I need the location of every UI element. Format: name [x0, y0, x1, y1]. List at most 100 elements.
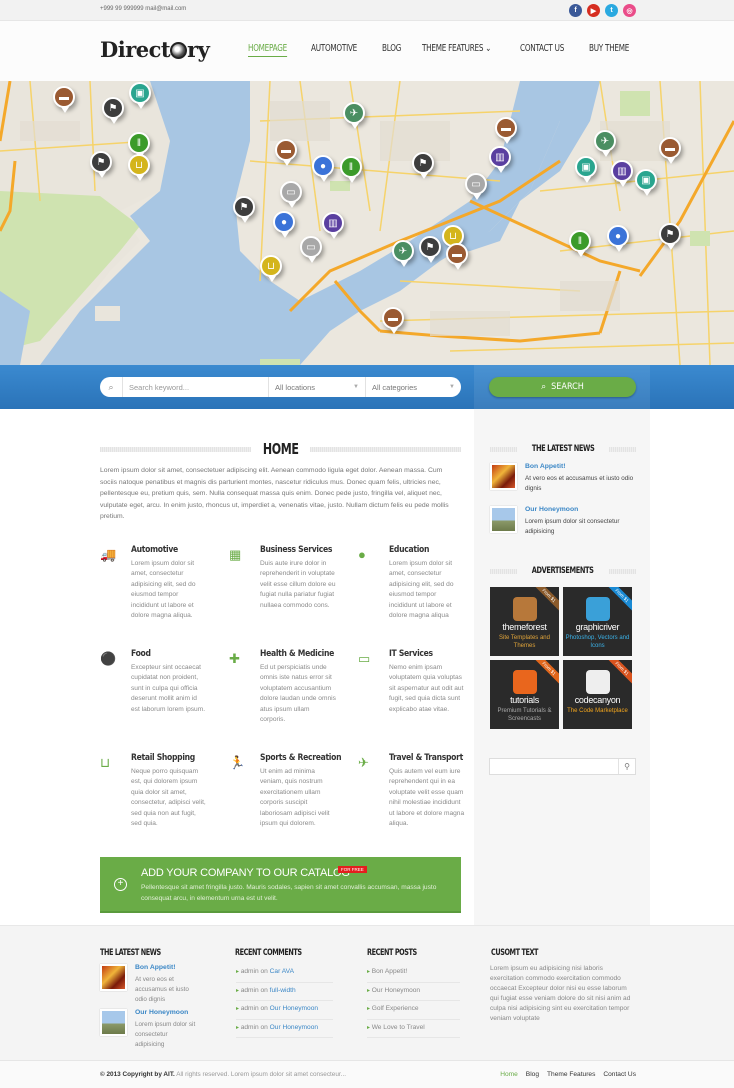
map-pin-laptop[interactable]: ▭ [280, 181, 302, 208]
footer-posts-title: RECENT POSTS [367, 948, 417, 958]
category-select[interactable]: All categories ▼ [365, 377, 461, 397]
ad-codecanyon[interactable]: From $1 codecanyon The Code Marketplace [563, 660, 632, 729]
location-select[interactable]: All locations ▼ [268, 377, 365, 397]
map-pin-runner[interactable]: ⚑ [412, 152, 434, 179]
map-pin-building[interactable]: ▥ [489, 146, 511, 173]
basket-icon: ⊔ [449, 230, 457, 242]
map-pin-laptop[interactable]: ▭ [465, 173, 487, 200]
map-pin-truck[interactable]: ▬ [495, 117, 517, 144]
news-thumbnail[interactable] [100, 964, 127, 991]
map-pin-truck[interactable]: ▬ [446, 243, 468, 270]
ad-name: themeforest [502, 622, 547, 632]
ad-tutorials[interactable]: From $1 tutorials Premium Tutorials & Scre… [490, 660, 559, 729]
recent-post-item[interactable]: Golf Experience [367, 1001, 460, 1020]
retail-icon: ⊔ [100, 755, 111, 770]
comment-post-link[interactable]: Our Honeymoon [270, 1005, 318, 1012]
feature-title[interactable]: Automotive [131, 545, 178, 555]
comment-post-link[interactable]: Our Honeymoon [270, 1024, 318, 1031]
logo[interactable]: Direct ry [100, 37, 210, 62]
map-pin-laptop[interactable]: ▭ [300, 236, 322, 263]
map-pin-food[interactable]: ǁ [569, 230, 591, 257]
nav-item-blog[interactable]: BLOG [382, 43, 401, 57]
news-title-link[interactable]: Bon Appetit! [525, 463, 566, 470]
map-pin-truck[interactable]: ▬ [275, 139, 297, 166]
search-icon[interactable]: ⚲ [618, 759, 635, 774]
divider [609, 446, 636, 452]
map-pin-truck[interactable]: ▬ [53, 86, 75, 113]
comment-post-link[interactable]: full-width [270, 987, 296, 994]
map-pin-food[interactable]: ǁ [340, 156, 362, 183]
news-title-link[interactable]: Bon Appetit! [135, 964, 176, 971]
search-bar: ⌕ Search keyword... All locations ▼ All c… [0, 365, 734, 409]
add-company-banner[interactable]: + ADD YOUR COMPANY TO OUR CATALOG FOR FR… [100, 857, 461, 913]
map-pin-building[interactable]: ▥ [611, 160, 633, 187]
map-pin-briefcase[interactable]: ▣ [129, 82, 151, 109]
search-button[interactable]: ⌕ SEARCH [489, 377, 636, 397]
comment-item: admin on Car AVA [236, 964, 333, 983]
twitter-icon[interactable]: t [605, 4, 618, 17]
news-thumbnail[interactable] [490, 463, 517, 490]
ad-graphicriver[interactable]: From $1 graphicriver Photoshop, Vectors an… [563, 587, 632, 656]
map-pin-basket[interactable]: ⊔ [128, 154, 150, 181]
sidebar-search-input[interactable]: ⚲ [489, 758, 636, 775]
footer-link-home[interactable]: Home [500, 1071, 518, 1078]
map-pin-plane[interactable]: ✈ [594, 130, 616, 157]
map-pin-truck[interactable]: ▬ [382, 307, 404, 334]
map-pin-briefcase[interactable]: ▣ [575, 156, 597, 183]
footer-link-theme-features[interactable]: Theme Features [547, 1071, 595, 1078]
map-pin-runner[interactable]: ⚑ [233, 196, 255, 223]
map-pin-runner[interactable]: ⚑ [102, 97, 124, 124]
feature-title[interactable]: Travel & Transport [389, 753, 463, 763]
runner-icon: ⚑ [418, 157, 428, 169]
recent-post-item[interactable]: Our Honeymoon [367, 983, 460, 1001]
recent-post-item[interactable]: Bon Appetit! [367, 964, 460, 983]
nav-item-buy-theme[interactable]: BUY THEME [589, 43, 629, 57]
header: Direct ry HOMEPAGE AUTOMOTIVE BLOG THEME FEA… [0, 21, 734, 81]
nav-item-contact-us[interactable]: CONTACT US [520, 43, 564, 57]
feature-title[interactable]: Retail Shopping [131, 753, 195, 763]
news-thumbnail[interactable] [490, 506, 517, 533]
map-pin-truck[interactable]: ▬ [659, 137, 681, 164]
nav-item-theme-features[interactable]: THEME FEATURES ⌄ [422, 43, 491, 57]
comment-post-link[interactable]: Car AVA [270, 968, 294, 975]
facebook-icon[interactable]: f [569, 4, 582, 17]
map[interactable]: ▬ ⚑ ▣ ǁ ⚑ ⊔ ✈ ▬ ● ǁ ▭ ⚑ ● ▥ ▭ ⊔ ▬ ▥ ⚑ ▭ ✈ ⚑ ⊔ ▬ ▬ ✈ ▣ ▥ ▣ ▬ ǁ ● ⚑ [0, 81, 734, 365]
feature-title[interactable]: Health & Medicine [260, 649, 334, 659]
footer-comments-title: RECENT COMMENTS [235, 948, 302, 958]
map-pin-plane[interactable]: ✈ [392, 240, 414, 267]
map-pin-globe[interactable]: ● [312, 155, 334, 182]
map-pin-basket[interactable]: ⊔ [260, 255, 282, 282]
map-pin-globe[interactable]: ● [273, 211, 295, 238]
map-pin-runner[interactable]: ⚑ [659, 223, 681, 250]
feature-title[interactable]: IT Services [389, 649, 433, 659]
map-pin-globe[interactable]: ● [607, 225, 629, 252]
keyword-input[interactable]: Search keyword... [122, 377, 268, 397]
feature-title[interactable]: Education [389, 545, 429, 555]
globe-icon: ● [614, 230, 622, 242]
ad-name: tutorials [510, 695, 539, 705]
recent-post-item[interactable]: We Love to Travel [367, 1020, 460, 1038]
feature-title[interactable]: Sports & Recreation [260, 753, 342, 763]
footer-link-blog[interactable]: Blog [526, 1071, 539, 1078]
location-value: All locations [275, 382, 316, 392]
news-excerpt: At vero eos et accusamus et iusto odio d… [525, 475, 634, 492]
map-pin-briefcase[interactable]: ▣ [635, 169, 657, 196]
automotive-icon: 🚚 [100, 547, 117, 562]
footer-link-contact-us[interactable]: Contact Us [603, 1071, 636, 1078]
dribbble-icon[interactable]: ◎ [623, 4, 636, 17]
feature-title[interactable]: Food [131, 649, 151, 659]
feature-title[interactable]: Business Services [260, 545, 332, 555]
map-pin-building[interactable]: ▥ [322, 212, 344, 239]
map-pin-runner[interactable]: ⚑ [419, 236, 441, 263]
nav-item-automotive[interactable]: AUTOMOTIVE [311, 43, 357, 57]
news-title-link[interactable]: Our Honeymoon [135, 1009, 188, 1016]
map-pin-food[interactable]: ǁ [128, 132, 150, 159]
youtube-icon[interactable]: ▶ [587, 4, 600, 17]
nav-item-homepage[interactable]: HOMEPAGE [248, 43, 287, 57]
news-title-link[interactable]: Our Honeymoon [525, 506, 578, 513]
map-pin-plane[interactable]: ✈ [343, 102, 365, 129]
news-thumbnail[interactable] [100, 1009, 127, 1036]
ad-themeforest[interactable]: From $1 themeforest Site Templates and The… [490, 587, 559, 656]
map-pin-runner[interactable]: ⚑ [90, 151, 112, 178]
food-icon: ǁ [136, 137, 142, 149]
